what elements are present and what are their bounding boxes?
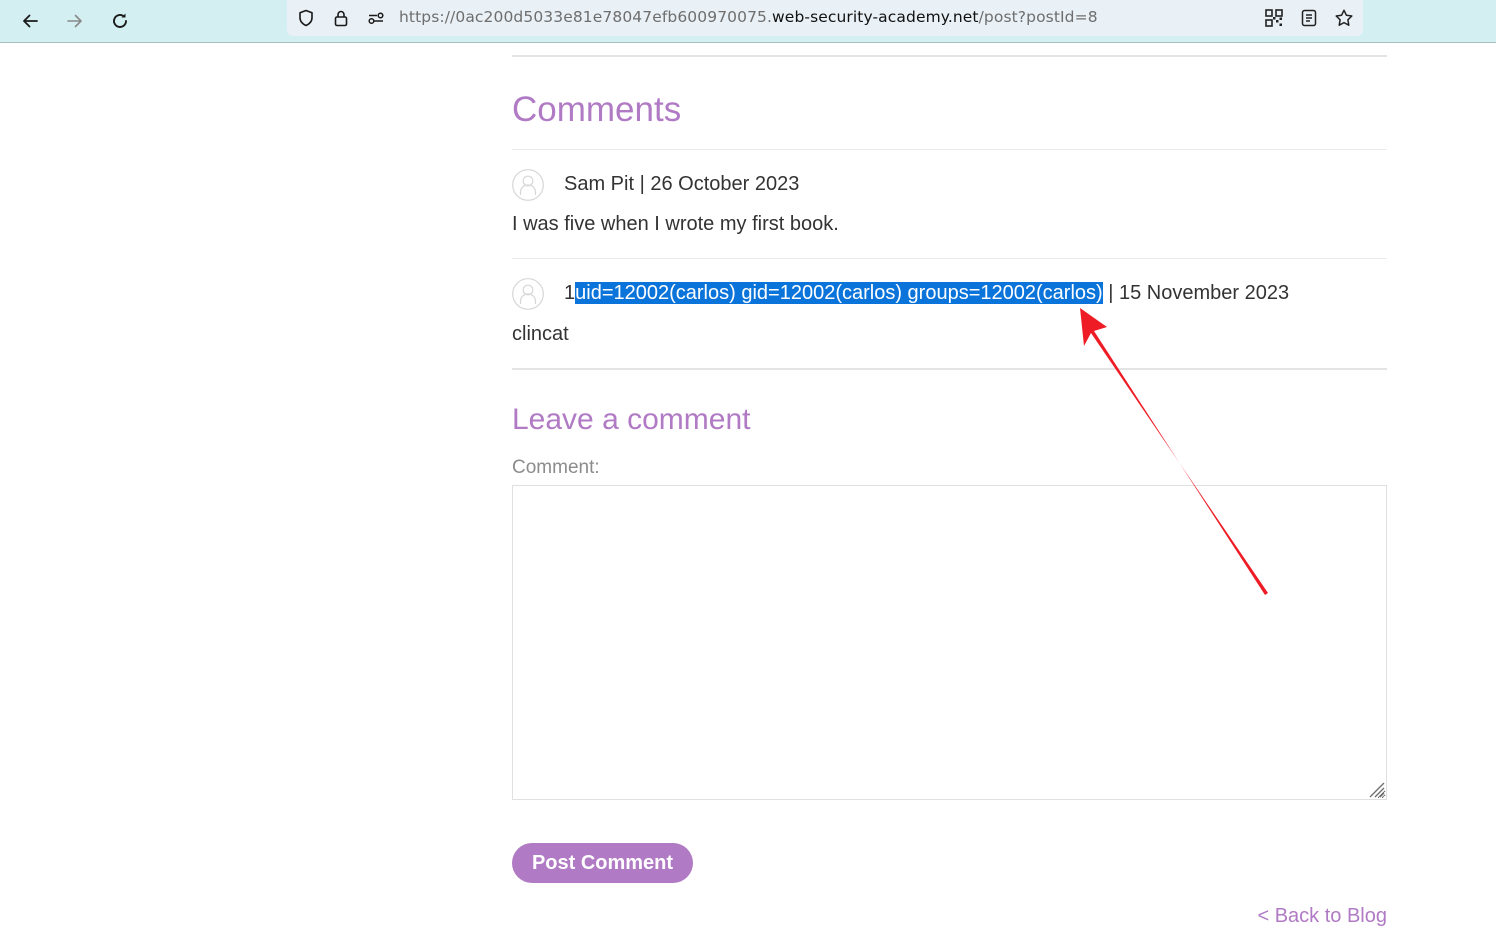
comment-textarea[interactable] <box>512 485 1387 800</box>
star-icon[interactable] <box>1333 7 1355 29</box>
comment-text: I was five when I wrote my first book. <box>512 213 839 235</box>
comment-meta: 1uid=12002(carlos) gid=12002(carlos) gro… <box>564 282 1289 305</box>
url-prefix: https://0ac200d5033e81e78047efb600970075… <box>399 8 773 26</box>
reader-view-icon[interactable] <box>1298 7 1320 29</box>
comments-heading: Comments <box>512 90 682 129</box>
browser-toolbar: https://0ac200d5033e81e78047efb600970075… <box>0 0 1496 43</box>
avatar-icon <box>512 278 544 310</box>
lock-icon[interactable] <box>330 7 352 29</box>
divider <box>512 55 1387 57</box>
divider <box>512 368 1387 370</box>
comment-text: clincat <box>512 323 569 345</box>
arrow-left-icon <box>23 14 38 28</box>
comment-meta: Sam Pit | 26 October 2023 <box>564 173 799 196</box>
divider <box>512 258 1387 259</box>
divider <box>512 149 1387 150</box>
reload-button[interactable] <box>105 6 135 36</box>
avatar-icon <box>512 169 544 201</box>
url-host: web-security-academy.net <box>772 8 979 26</box>
qr-code-icon[interactable] <box>1263 7 1285 29</box>
selected-author-text[interactable]: uid=12002(carlos) gid=12002(carlos) grou… <box>575 282 1103 304</box>
comment-label: Comment: <box>512 457 600 478</box>
forward-button[interactable] <box>60 6 90 36</box>
comment-author: Sam Pit <box>564 173 635 195</box>
url-path: /post?postId=8 <box>978 8 1098 26</box>
url-bar[interactable]: https://0ac200d5033e81e78047efb600970075… <box>287 0 1363 36</box>
annotation-arrow <box>1080 308 1268 595</box>
permissions-icon[interactable] <box>365 7 387 29</box>
shield-icon[interactable] <box>295 7 317 29</box>
url-text[interactable]: https://0ac200d5033e81e78047efb600970075… <box>399 8 1098 26</box>
comment-author-prefix: 1 <box>564 282 576 304</box>
comment-separator: | <box>634 173 651 195</box>
back-to-blog-link[interactable]: < Back to Blog <box>1257 905 1387 928</box>
comment-date: 15 November 2023 <box>1118 282 1290 304</box>
comment-separator: | <box>1102 282 1119 304</box>
reload-icon <box>113 13 127 28</box>
arrow-right-icon <box>67 14 82 28</box>
leave-comment-heading: Leave a comment <box>512 403 751 436</box>
back-button[interactable] <box>15 6 45 36</box>
post-comment-button[interactable]: Post Comment <box>512 843 693 883</box>
comment-date: 26 October 2023 <box>650 173 800 195</box>
